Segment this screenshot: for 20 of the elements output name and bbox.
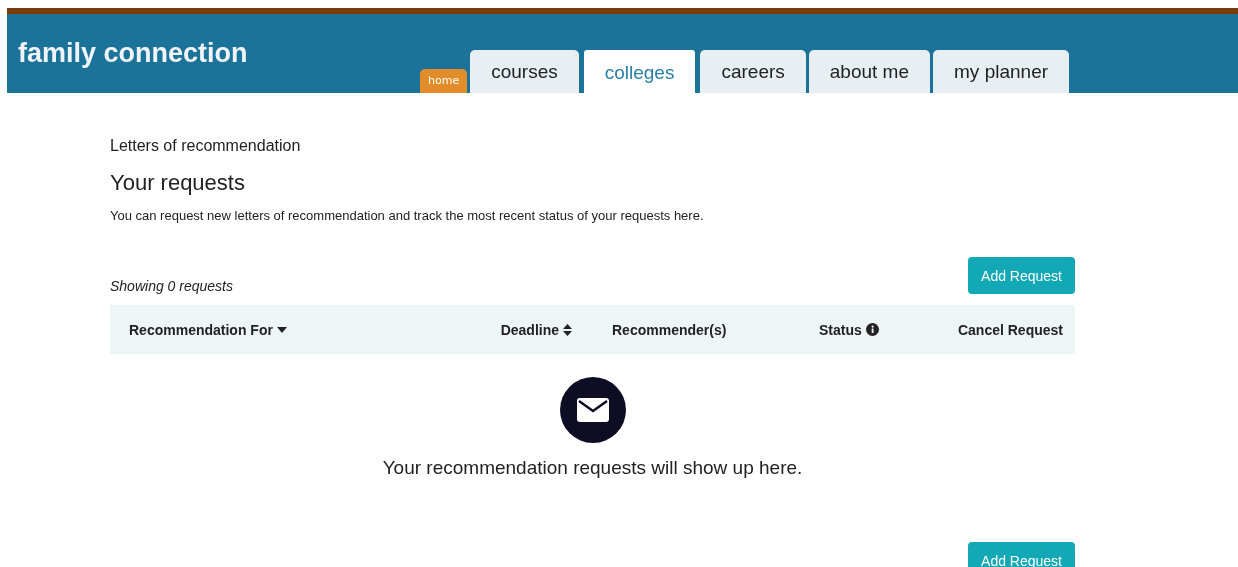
request-count: Showing 0 requests: [110, 278, 233, 294]
nav-tab[interactable]: colleges: [581, 48, 698, 93]
column-header[interactable]: Status: [819, 321, 862, 338]
sort-icon: [563, 323, 572, 336]
page-title: Your requests: [110, 170, 246, 196]
caret-down-icon: [276, 326, 287, 333]
breadcrumb: Letters of recommendation: [110, 137, 302, 155]
nav-tab[interactable]: about me: [808, 50, 931, 93]
brand-title: family connection: [18, 38, 248, 69]
info-icon: [865, 323, 879, 336]
nav-tab[interactable]: courses: [470, 50, 579, 93]
envelope-icon: [559, 377, 626, 443]
column-header: Cancel Request: [957, 321, 1063, 338]
empty-message: Your recommendation requests will show up here.: [382, 457, 803, 479]
column-header[interactable]: Deadline: [500, 321, 559, 338]
column-header: Recommender(s): [612, 321, 727, 338]
column-header[interactable]: Recommendation For: [129, 321, 273, 338]
description: You can request new letters of recommendation and track the most recent status of your requests here.: [110, 208, 705, 223]
nav-tab[interactable]: my planner: [933, 50, 1070, 93]
nav-tab[interactable]: careers: [700, 50, 806, 93]
